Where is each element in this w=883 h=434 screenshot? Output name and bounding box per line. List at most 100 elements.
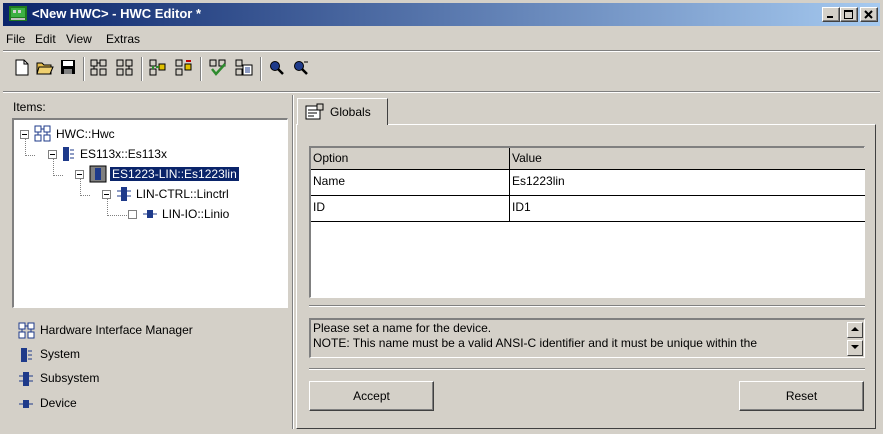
title-bar[interactable]: <New HWC> - HWC Editor * xyxy=(3,3,880,26)
collapse-icon[interactable] xyxy=(102,190,111,199)
tree-node-es1223-lin[interactable]: ES1223-LIN::Es1223lin xyxy=(14,165,284,183)
remove-item-icon xyxy=(116,59,133,76)
minimize-icon xyxy=(827,16,833,18)
add-item-button[interactable] xyxy=(87,56,111,80)
toolbar-separator xyxy=(260,57,262,81)
hardware-interface-manager-icon xyxy=(18,322,35,339)
menu-separator xyxy=(3,50,880,52)
legend-label: Device xyxy=(40,396,77,410)
tree-node-label: ES1223-LIN::Es1223lin xyxy=(109,166,240,182)
message-line: NOTE: This name must be a valid ANSI-C i… xyxy=(313,336,757,350)
subsystem-icon xyxy=(117,187,131,201)
search-next-icon xyxy=(294,61,308,75)
save-button[interactable] xyxy=(57,56,81,80)
options-grid: Option Value Name Es1223lin ID ID1 xyxy=(309,146,865,298)
collapse-icon[interactable] xyxy=(20,130,29,139)
scroll-down-button[interactable] xyxy=(847,340,863,356)
minimize-button[interactable] xyxy=(822,7,840,22)
items-tree[interactable]: HWC::Hwc ES113x::Es113x ES1223-LIN::Es12… xyxy=(12,118,288,308)
legend-label: System xyxy=(40,347,81,361)
save-icon xyxy=(61,60,75,74)
help-message-box[interactable]: Please set a name for the device. NOTE: … xyxy=(309,318,865,358)
remove-child-button[interactable] xyxy=(172,56,196,80)
scroll-up-button[interactable] xyxy=(847,322,863,338)
close-button[interactable] xyxy=(860,7,878,22)
app-icon xyxy=(9,6,27,21)
board-icon xyxy=(89,165,107,183)
new-button[interactable] xyxy=(11,56,35,80)
tree-node-label: HWC::Hwc xyxy=(56,127,115,141)
properties-icon xyxy=(305,103,324,120)
menu-extras[interactable]: Extras xyxy=(106,32,140,46)
close-icon xyxy=(864,10,873,19)
open-button[interactable] xyxy=(33,56,57,80)
device-icon xyxy=(19,400,33,408)
new-file-icon xyxy=(15,59,29,76)
column-header-value[interactable]: Value xyxy=(510,148,865,170)
value-cell[interactable]: Es1223lin xyxy=(510,170,865,196)
system-icon xyxy=(63,147,74,161)
add-child-button[interactable] xyxy=(146,56,170,80)
subsystem-icon xyxy=(19,372,33,386)
generate-button[interactable] xyxy=(232,56,256,80)
panel-splitter[interactable] xyxy=(292,95,294,429)
open-folder-icon xyxy=(36,62,54,75)
tree-node-lin-ctrl[interactable]: LIN-CTRL::Linctrl xyxy=(14,185,284,203)
tree-node-label: LIN-CTRL::Linctrl xyxy=(136,187,229,201)
add-child-icon xyxy=(149,59,166,76)
system-icon xyxy=(21,348,32,362)
column-header-option[interactable]: Option xyxy=(311,148,510,170)
arrow-down-icon xyxy=(851,345,859,349)
items-label: Items: xyxy=(13,100,46,114)
window-title: <New HWC> - HWC Editor * xyxy=(32,6,202,21)
search-button[interactable] xyxy=(265,56,289,80)
toolbar-separator xyxy=(83,57,85,81)
reset-label: Reset xyxy=(785,389,818,403)
separator xyxy=(309,368,865,370)
menu-bar: File Edit View Extras xyxy=(3,28,880,48)
check-button[interactable] xyxy=(206,56,230,80)
tab-label: Globals xyxy=(330,105,371,119)
tree-node-label: LIN-IO::Linio xyxy=(162,207,230,221)
value-cell[interactable]: ID1 xyxy=(510,196,865,222)
app-window: <New HWC> - HWC Editor * File Edit View … xyxy=(0,0,883,434)
remove-item-button[interactable] xyxy=(113,56,137,80)
menu-edit[interactable]: Edit xyxy=(35,32,56,46)
collapse-icon[interactable] xyxy=(48,150,57,159)
hardware-interface-manager-icon xyxy=(34,125,51,142)
separator xyxy=(309,305,865,307)
tree-node-es113x[interactable]: ES113x::Es113x xyxy=(14,145,284,163)
menu-file[interactable]: File xyxy=(6,32,25,46)
maximize-icon xyxy=(844,10,853,19)
accept-label: Accept xyxy=(353,389,390,403)
message-line: Please set a name for the device. xyxy=(313,321,492,335)
toolbar xyxy=(3,54,880,90)
arrow-up-icon xyxy=(851,327,859,331)
menu-view[interactable]: View xyxy=(66,32,92,46)
collapse-icon[interactable] xyxy=(75,170,84,179)
table-row: Name Es1223lin xyxy=(311,170,865,196)
device-icon xyxy=(143,210,157,218)
leaf-box-icon xyxy=(128,210,137,219)
search-next-button[interactable] xyxy=(289,56,313,80)
maximize-button[interactable] xyxy=(840,7,858,22)
option-cell: Name xyxy=(311,170,510,196)
toolbar-separator-line xyxy=(3,91,880,93)
accept-button[interactable]: Accept xyxy=(309,381,434,411)
legend-label: Hardware Interface Manager xyxy=(40,323,193,337)
add-item-icon xyxy=(90,59,107,76)
tree-node-hwc[interactable]: HWC::Hwc xyxy=(14,125,284,143)
tree-node-label: ES113x::Es113x xyxy=(80,147,167,161)
remove-child-icon xyxy=(175,59,192,76)
reset-button[interactable]: Reset xyxy=(739,381,864,411)
toolbar-separator xyxy=(141,57,143,81)
table-row: ID ID1 xyxy=(311,196,865,222)
toolbar-separator xyxy=(200,57,202,81)
check-icon xyxy=(209,59,226,76)
generate-icon xyxy=(235,59,253,76)
tree-node-lin-io[interactable]: LIN-IO::Linio xyxy=(14,205,284,223)
option-cell: ID xyxy=(311,196,510,222)
search-icon xyxy=(270,61,284,75)
legend-label: Subsystem xyxy=(40,371,100,385)
tab-globals[interactable]: Globals xyxy=(297,98,388,125)
